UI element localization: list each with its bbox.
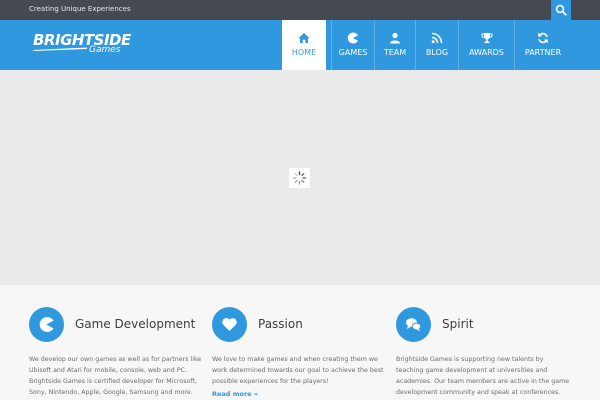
read-more-label: Read more xyxy=(212,390,252,398)
spinner-icon xyxy=(292,171,307,185)
nav-label-partner: PARTNER xyxy=(524,48,562,57)
feature-title: Passion xyxy=(258,317,303,331)
refresh-icon xyxy=(538,32,548,44)
nav-label-team: TEAM xyxy=(383,48,407,57)
nav-label-awards: AWARDS xyxy=(469,48,504,57)
top-bar: Creating Unique Experiences xyxy=(0,0,600,20)
pacman-icon xyxy=(347,32,358,44)
pacman-icon xyxy=(39,317,54,332)
rss-icon xyxy=(431,32,443,44)
feature-icon-circle xyxy=(212,307,247,342)
read-more-link[interactable]: Read more » xyxy=(212,390,258,398)
user-icon xyxy=(390,32,400,44)
feature-icon-circle xyxy=(29,307,64,342)
home-icon xyxy=(298,33,310,43)
logo-swoosh xyxy=(33,47,87,51)
feature-text: We develop our own games as well as for … xyxy=(29,356,202,396)
heart-icon xyxy=(222,318,237,331)
chat-icon xyxy=(406,318,422,332)
feature-text: Brightside Games is supporting new talen… xyxy=(396,356,570,396)
nav-item-games[interactable]: GAMES xyxy=(331,20,374,70)
nav-item-team[interactable]: TEAM xyxy=(374,20,415,70)
feature-title: Game Development xyxy=(75,317,196,331)
nav-item-awards[interactable]: AWARDS xyxy=(458,20,514,70)
nav-item-home[interactable]: HOME xyxy=(282,20,326,70)
brand-logo[interactable]: BRIGHTSIDE Games xyxy=(33,33,133,59)
double-chevron-right-icon: » xyxy=(253,390,259,398)
trophy-icon xyxy=(481,33,492,44)
nav-label-games: GAMES xyxy=(338,48,368,57)
slider-loader xyxy=(289,168,310,188)
search-button[interactable] xyxy=(551,0,571,20)
nav-item-partner[interactable]: PARTNER xyxy=(514,20,571,70)
search-icon xyxy=(555,4,567,16)
brand-sub: Games xyxy=(89,45,121,55)
feature-text: We love to make games and when creating … xyxy=(212,356,384,385)
tagline: Creating Unique Experiences xyxy=(29,5,131,13)
nav-item-blog[interactable]: BLOG xyxy=(415,20,458,70)
feature-title: Spirit xyxy=(442,317,474,331)
feature-icon-circle xyxy=(396,307,431,342)
nav-label-home: HOME xyxy=(291,48,317,57)
nav-label-blog: BLOG xyxy=(425,48,449,57)
